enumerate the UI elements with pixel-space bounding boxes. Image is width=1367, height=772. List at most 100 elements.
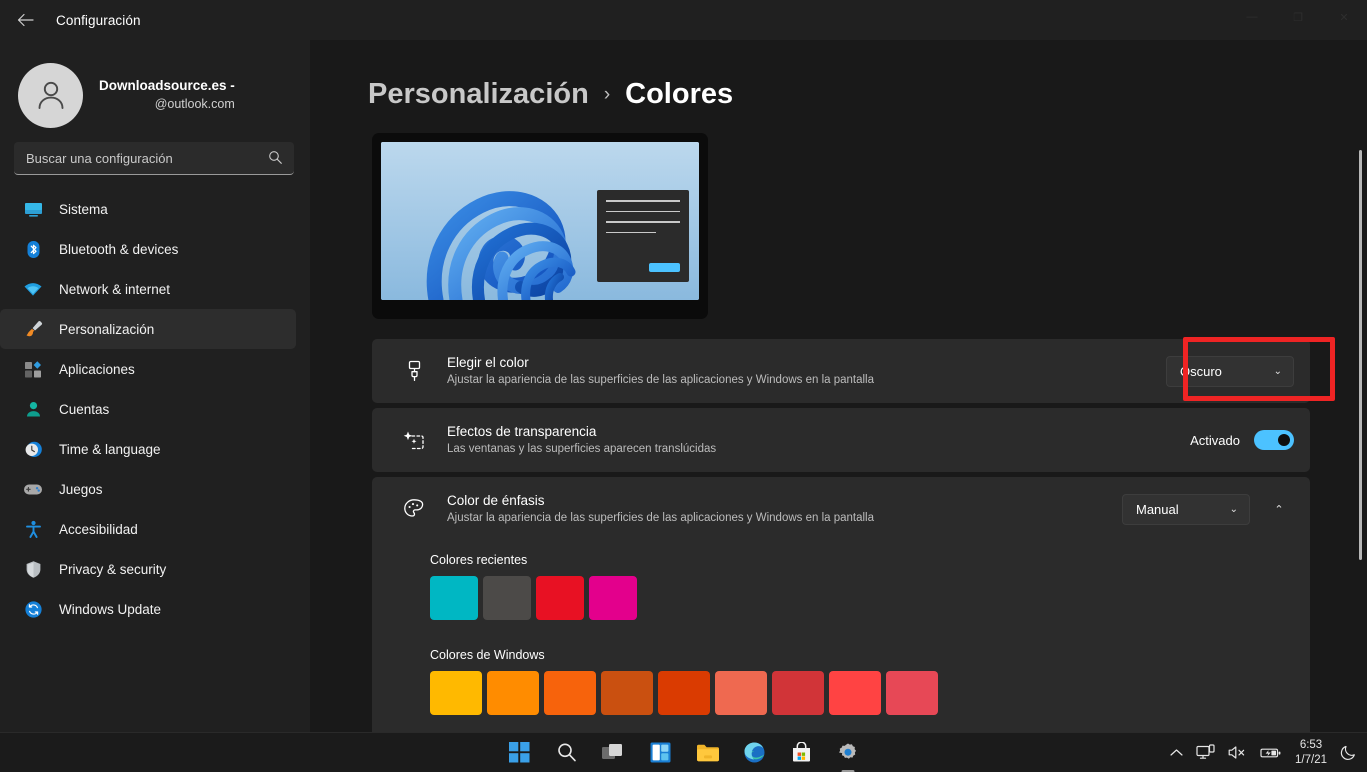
sidebar-item-accesibilidad[interactable]: Accesibilidad bbox=[0, 509, 296, 549]
maximize-button[interactable]: ❐ bbox=[1275, 0, 1321, 34]
title-bar: Configuración — ❐ ✕ bbox=[0, 0, 1367, 40]
account-email: @outlook.com bbox=[154, 96, 235, 111]
windows-swatch[interactable] bbox=[715, 671, 767, 715]
moon-focus-icon[interactable] bbox=[1340, 744, 1357, 761]
recent-swatch[interactable] bbox=[536, 576, 584, 620]
windows-colors-row bbox=[430, 671, 1310, 715]
accent-color-row: Color de énfasis Ajustar la apariencia d… bbox=[372, 477, 1310, 541]
volume-muted-icon[interactable] bbox=[1228, 745, 1247, 760]
windows-swatch[interactable] bbox=[772, 671, 824, 715]
windows-swatch[interactable] bbox=[658, 671, 710, 715]
bluetooth-icon bbox=[22, 238, 44, 260]
sidebar-item-cuentas[interactable]: Cuentas bbox=[0, 389, 296, 429]
recent-swatch[interactable] bbox=[483, 576, 531, 620]
sidebar: Downloadsource.es - @outlook.com Buscar … bbox=[0, 40, 310, 732]
sidebar-item-label: Aplicaciones bbox=[59, 361, 135, 377]
sidebar-item-time-language[interactable]: Time & language bbox=[0, 429, 296, 469]
sidebar-item-label: Sistema bbox=[59, 201, 108, 217]
sidebar-item-personalizacion[interactable]: Personalización bbox=[0, 309, 296, 349]
preview-line bbox=[606, 200, 680, 202]
taskbar-icons bbox=[506, 740, 861, 766]
transparency-sparkle-icon bbox=[398, 429, 430, 451]
windows-swatch[interactable] bbox=[829, 671, 881, 715]
task-view-icon[interactable] bbox=[600, 740, 626, 766]
recent-swatch[interactable] bbox=[589, 576, 637, 620]
window-controls: — ❐ ✕ bbox=[1229, 0, 1367, 34]
transparency-toggle[interactable] bbox=[1254, 430, 1294, 450]
windows-swatch[interactable] bbox=[886, 671, 938, 715]
widgets-icon[interactable] bbox=[647, 740, 673, 766]
choose-color-title: Elegir el color bbox=[447, 354, 529, 370]
accent-mode-dropdown[interactable]: Manual ⌄ bbox=[1122, 493, 1250, 525]
user-avatar-icon bbox=[38, 81, 63, 109]
paintbrush-icon bbox=[398, 360, 430, 382]
windows-swatch[interactable] bbox=[601, 671, 653, 715]
search-icon[interactable] bbox=[553, 740, 579, 766]
transparency-title: Efectos de transparencia bbox=[447, 423, 597, 439]
preview-line bbox=[606, 221, 680, 223]
back-button[interactable] bbox=[8, 5, 42, 35]
paintbrush-icon bbox=[22, 318, 44, 340]
search-box[interactable] bbox=[14, 142, 294, 175]
tray-chevron-up-icon[interactable] bbox=[1170, 748, 1183, 757]
settings-gear-icon[interactable] bbox=[835, 740, 861, 766]
search-wrap bbox=[0, 132, 310, 175]
account-block[interactable]: Downloadsource.es - @outlook.com bbox=[0, 40, 310, 132]
sidebar-item-sistema[interactable]: Sistema bbox=[0, 189, 296, 229]
preview-screen bbox=[381, 142, 699, 300]
main-content: Personalización › Colores Elegir el colo… bbox=[310, 40, 1367, 732]
network-display-icon[interactable] bbox=[1196, 744, 1215, 761]
sidebar-item-windows-update[interactable]: Windows Update bbox=[0, 589, 296, 629]
preview-line bbox=[606, 231, 657, 233]
choose-color-controls: Oscuro ⌄ bbox=[1166, 355, 1294, 387]
system-tray: 6:53 1/7/21 bbox=[1170, 738, 1357, 768]
accent-color-controls: Manual ⌄ ⌃ bbox=[1122, 493, 1294, 525]
transparency-row: Efectos de transparencia Las ventanas y … bbox=[372, 408, 1310, 472]
sidebar-item-bluetooth-devices[interactable]: Bluetooth & devices bbox=[0, 229, 296, 269]
clock-date: 1/7/21 bbox=[1295, 753, 1327, 766]
file-explorer-icon[interactable] bbox=[694, 740, 720, 766]
recent-colors-label: Colores recientes bbox=[430, 553, 528, 567]
windows-swatch[interactable] bbox=[487, 671, 539, 715]
back-arrow-icon bbox=[17, 13, 34, 27]
search-input[interactable] bbox=[14, 150, 294, 166]
sidebar-item-label: Windows Update bbox=[59, 601, 162, 617]
windows-swatch[interactable] bbox=[430, 671, 482, 715]
minimize-button[interactable]: — bbox=[1229, 0, 1275, 34]
start-icon[interactable] bbox=[506, 740, 532, 766]
microsoft-store-icon[interactable] bbox=[788, 740, 814, 766]
transparency-controls: Activado bbox=[1190, 430, 1294, 450]
accessibility-icon bbox=[22, 518, 44, 540]
clock-datetime[interactable]: 6:53 1/7/21 bbox=[1295, 738, 1327, 768]
sidebar-nav: Sistema Bluetooth & devices Network & in… bbox=[0, 189, 310, 629]
accent-color-subtitle: Ajustar la apariencia de las superficies… bbox=[447, 512, 875, 525]
breadcrumb-parent[interactable]: Personalización bbox=[368, 78, 589, 111]
chevron-down-icon: ⌄ bbox=[1273, 365, 1282, 377]
clock-time: 6:53 bbox=[1299, 738, 1323, 751]
chevron-down-icon: ⌄ bbox=[1229, 503, 1238, 515]
sidebar-item-label: Cuentas bbox=[59, 401, 110, 417]
vertical-scrollbar[interactable] bbox=[1359, 150, 1362, 560]
close-button[interactable]: ✕ bbox=[1321, 0, 1367, 34]
choose-color-subtitle: Ajustar la apariencia de las superficies… bbox=[447, 374, 875, 387]
accent-expander-button[interactable]: ⌃ bbox=[1264, 494, 1294, 524]
sidebar-item-label: Personalización bbox=[59, 321, 155, 337]
sidebar-item-network-internet[interactable]: Network & internet bbox=[0, 269, 296, 309]
wifi-icon bbox=[22, 278, 44, 300]
account-text: Downloadsource.es - @outlook.com bbox=[99, 77, 235, 112]
sidebar-item-aplicaciones[interactable]: Aplicaciones bbox=[0, 349, 296, 389]
windows-swatch[interactable] bbox=[544, 671, 596, 715]
sidebar-item-juegos[interactable]: Juegos bbox=[0, 469, 296, 509]
sidebar-item-privacy-security[interactable]: Privacy & security bbox=[0, 549, 296, 589]
system-icon bbox=[22, 198, 44, 220]
battery-charging-icon[interactable] bbox=[1260, 746, 1282, 760]
choose-color-row: Elegir el color Ajustar la apariencia de… bbox=[372, 337, 1335, 403]
recent-swatch[interactable] bbox=[430, 576, 478, 620]
account-name: Downloadsource.es - bbox=[99, 78, 235, 94]
transparency-text: Efectos de transparencia Las ventanas y … bbox=[447, 422, 1190, 459]
edge-browser-icon[interactable] bbox=[741, 740, 767, 766]
sidebar-item-label: Network & internet bbox=[59, 281, 171, 297]
monitor-stand bbox=[381, 302, 699, 313]
choose-color-dropdown[interactable]: Oscuro ⌄ bbox=[1166, 355, 1294, 387]
theme-preview-monitor bbox=[372, 133, 708, 319]
